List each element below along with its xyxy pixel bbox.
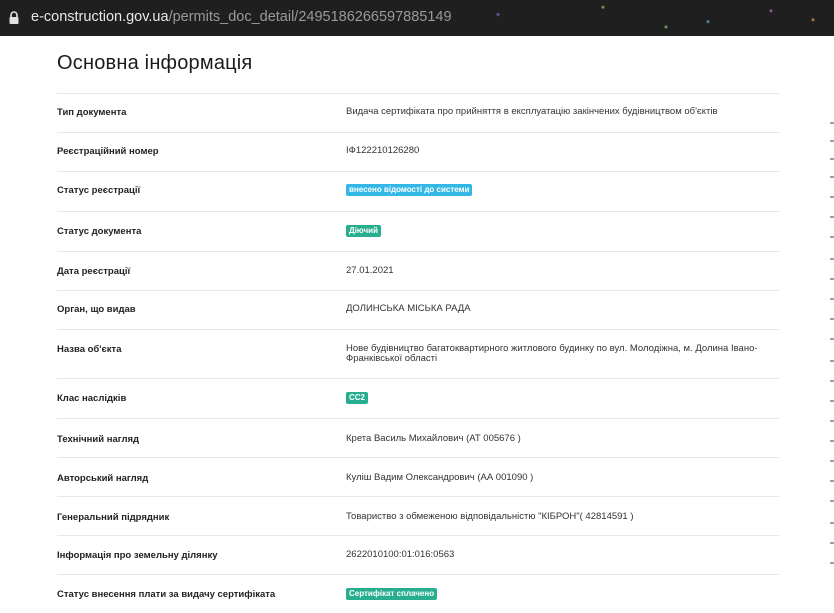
row-label: Технічний нагляд xyxy=(57,434,140,445)
row-label: Інформація про земельну ділянку xyxy=(57,550,218,561)
url-text[interactable]: e-construction.gov.ua/permits_doc_detail… xyxy=(31,9,452,25)
page-content: Основна інформація Тип документа Видача … xyxy=(0,36,834,602)
info-row-registration-number: Реєстраційний номер ІФ122210126280 xyxy=(57,132,779,171)
row-label: Генеральний підрядник xyxy=(57,512,170,523)
info-row-issuing-authority: Орган, що видав ДОЛИНСЬКА МІСЬКА РАДА xyxy=(57,290,779,329)
row-label: Статус реєстрації xyxy=(57,185,141,196)
toolbar-background-decoration xyxy=(414,0,834,36)
row-value: Нове будівництво багатоквартирного житло… xyxy=(346,343,758,364)
status-badge: Сертифікат сплачено xyxy=(346,588,438,600)
row-label: Клас наслідків xyxy=(57,393,127,404)
row-value-container: СС2 xyxy=(346,392,781,404)
info-row-document-type: Тип документа Видача сертифіката про при… xyxy=(57,93,779,132)
info-row-general-contractor: Генеральний підрядник Товариство з обмеж… xyxy=(57,496,779,535)
info-row-land-plot: Інформація про земельну ділянку 26220101… xyxy=(57,535,779,574)
info-row-registration-date: Дата реєстрації 27.01.2021 xyxy=(57,251,779,290)
row-label: Назва об'єкта xyxy=(57,344,122,355)
url-path: /permits_doc_detail/2495186266597885149 xyxy=(168,9,452,25)
info-row-consequence-class: Клас наслідків СС2 xyxy=(57,378,779,418)
row-value: Видача сертифіката про прийняття в експл… xyxy=(346,106,718,117)
row-label: Статус документа xyxy=(57,226,142,237)
row-value: Товариство з обмеженою відповідальністю … xyxy=(346,511,634,522)
row-label: Дата реєстрації xyxy=(57,266,131,277)
url-host: e-construction.gov.ua xyxy=(31,9,169,25)
row-label: Тип документа xyxy=(57,107,127,118)
row-label: Авторський нагляд xyxy=(57,473,149,484)
row-value: ДОЛИНСЬКА МІСЬКА РАДА xyxy=(346,303,471,314)
info-row-object-name: Назва об'єкта Нове будівництво багатоква… xyxy=(57,329,779,378)
info-row-document-status: Статус документа Діючий xyxy=(57,211,779,251)
row-label: Статус внесення плати за видачу сертифік… xyxy=(57,589,276,600)
row-label: Орган, що видав xyxy=(57,304,136,315)
info-row-fee-status: Статус внесення плати за видачу сертифік… xyxy=(57,574,779,613)
row-value: 2622010100:01:016:0563 xyxy=(346,549,455,560)
row-value-container: внесено відомості до системи xyxy=(346,184,781,196)
info-row-technical-supervision: Технічний нагляд Крета Василь Михайлович… xyxy=(57,418,779,457)
row-value: Куліш Вадим Олександрович (АА 001090 ) xyxy=(346,472,534,483)
adjacent-panel-edge xyxy=(826,36,834,602)
row-value: ІФ122210126280 xyxy=(346,145,420,156)
row-value-container: Діючий xyxy=(346,225,781,237)
status-badge: Діючий xyxy=(346,225,381,237)
status-badge: СС2 xyxy=(346,392,369,404)
row-value: Крета Василь Михайлович (АТ 005676 ) xyxy=(346,433,521,444)
info-row-author-supervision: Авторський нагляд Куліш Вадим Олександро… xyxy=(57,457,779,496)
lock-icon[interactable] xyxy=(8,11,20,25)
page-title: Основна інформація xyxy=(57,52,253,74)
row-value-container: Сертифікат сплачено xyxy=(346,588,781,600)
info-row-registration-status: Статус реєстрації внесено відомості до с… xyxy=(57,171,779,211)
row-label: Реєстраційний номер xyxy=(57,146,159,157)
info-table: Тип документа Видача сертифіката про при… xyxy=(57,93,779,613)
browser-address-bar[interactable]: e-construction.gov.ua/permits_doc_detail… xyxy=(0,0,834,36)
row-value: 27.01.2021 xyxy=(346,265,394,276)
status-badge: внесено відомості до системи xyxy=(346,184,473,196)
